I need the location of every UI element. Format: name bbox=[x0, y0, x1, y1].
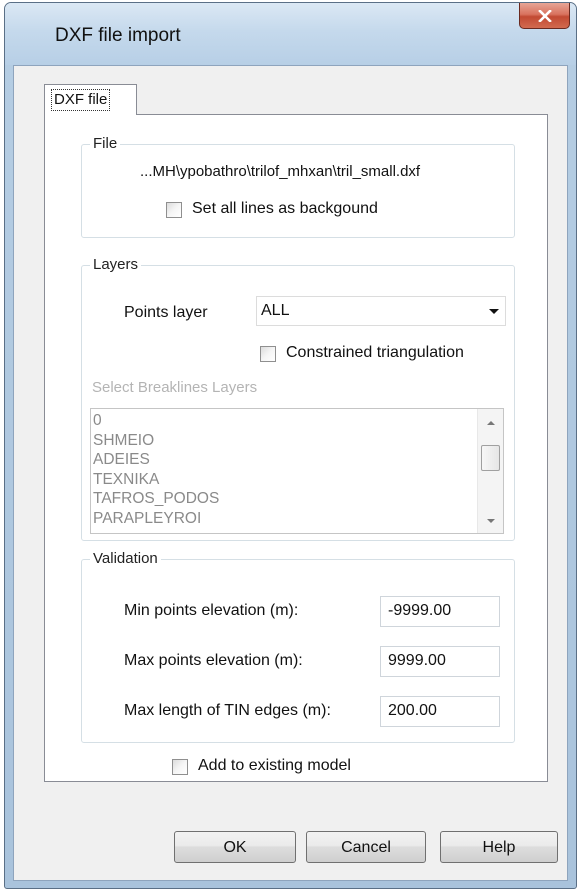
list-item[interactable]: ADEIES bbox=[91, 450, 477, 470]
tin-edge-length-field[interactable]: 200.00 bbox=[380, 696, 500, 727]
tab-label: DXF file bbox=[51, 89, 111, 111]
points-layer-value: ALL bbox=[261, 302, 290, 319]
add-existing-model-label[interactable]: Add to existing model bbox=[198, 757, 351, 775]
ok-button[interactable]: OK bbox=[174, 831, 296, 863]
dxf-import-window: DXF file import DXF file File ...MH\ypob… bbox=[4, 2, 577, 889]
points-layer-select[interactable]: ALL bbox=[256, 296, 506, 326]
max-elevation-label: Max points elevation (m): bbox=[124, 652, 303, 669]
scroll-thumb[interactable] bbox=[481, 445, 500, 471]
list-item[interactable]: TAFROS_PODOS bbox=[91, 489, 477, 509]
list-scrollbar[interactable] bbox=[477, 409, 503, 533]
help-button[interactable]: Help bbox=[440, 831, 558, 863]
validation-group-title: Validation bbox=[90, 550, 161, 567]
layers-group-title: Layers bbox=[90, 256, 142, 273]
arrow-up-icon[interactable] bbox=[487, 421, 495, 425]
min-elevation-field[interactable]: -9999.00 bbox=[380, 596, 500, 627]
list-item[interactable]: TEXNIKA bbox=[91, 470, 477, 490]
close-button[interactable] bbox=[519, 3, 570, 29]
layers-group: Layers Points layer ALL Constrained tria… bbox=[81, 256, 515, 541]
file-group-title: File bbox=[90, 135, 121, 152]
add-existing-model-checkbox[interactable] bbox=[172, 759, 188, 775]
list-item[interactable]: PARAPLEYROI bbox=[91, 509, 477, 529]
breaklines-label: Select Breaklines Layers bbox=[92, 379, 258, 396]
breakline-layers-list[interactable]: 0 SHMEIO ADEIES TEXNIKA TAFROS_PODOS PAR… bbox=[90, 408, 504, 534]
validation-group: Validation Min points elevation (m): -99… bbox=[81, 550, 515, 743]
file-path: ...MH\ypobathro\trilof_mhxan\tril_small.… bbox=[140, 163, 421, 180]
tin-edge-length-label: Max length of TIN edges (m): bbox=[124, 702, 331, 719]
dialog-body: DXF file File ...MH\ypobathro\trilof_mhx… bbox=[13, 65, 568, 881]
chevron-down-icon bbox=[489, 309, 499, 314]
close-icon bbox=[537, 9, 552, 22]
list-item[interactable]: 0 bbox=[91, 411, 477, 431]
file-group: File ...MH\ypobathro\trilof_mhxan\tril_s… bbox=[81, 135, 515, 238]
window-title: DXF file import bbox=[55, 25, 181, 46]
tab-panel-dxf-file: File ...MH\ypobathro\trilof_mhxan\tril_s… bbox=[44, 114, 548, 782]
list-item[interactable]: SHMEIO bbox=[91, 431, 477, 451]
arrow-down-icon[interactable] bbox=[487, 519, 495, 523]
title-bar[interactable]: DXF file import bbox=[5, 3, 576, 65]
constrained-triangulation-label[interactable]: Constrained triangulation bbox=[286, 344, 464, 362]
points-layer-label: Points layer bbox=[124, 304, 208, 321]
constrained-triangulation-checkbox[interactable] bbox=[260, 346, 276, 362]
set-background-label[interactable]: Set all lines as backgound bbox=[192, 200, 378, 218]
breakline-layers-items: 0 SHMEIO ADEIES TEXNIKA TAFROS_PODOS PAR… bbox=[91, 411, 477, 528]
set-background-checkbox[interactable] bbox=[166, 202, 182, 218]
cancel-button[interactable]: Cancel bbox=[306, 831, 426, 863]
tab-dxf-file[interactable]: DXF file bbox=[44, 84, 137, 115]
max-elevation-field[interactable]: 9999.00 bbox=[380, 646, 500, 677]
min-elevation-label: Min points elevation (m): bbox=[124, 602, 299, 619]
